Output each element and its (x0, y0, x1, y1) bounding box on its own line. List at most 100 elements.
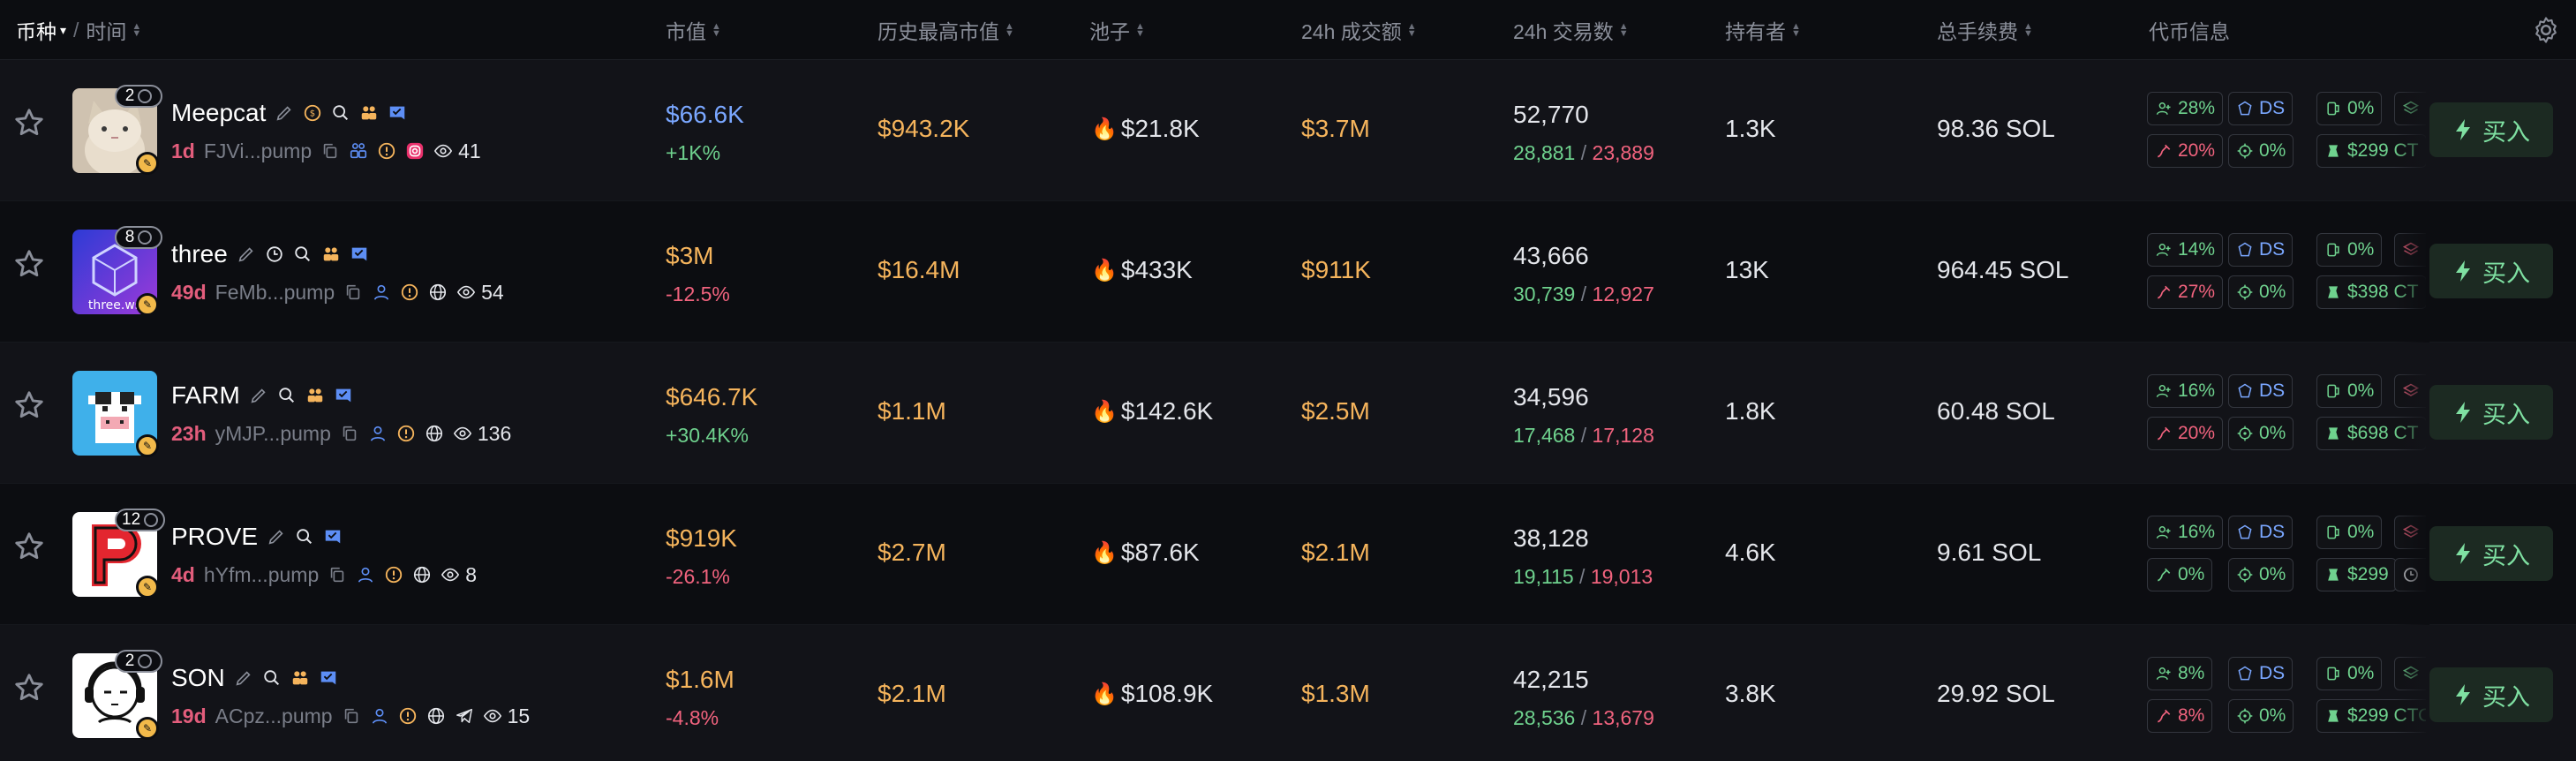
info-chip[interactable]: 16% (2147, 374, 2224, 408)
community-icon[interactable] (349, 141, 368, 161)
star-icon[interactable] (12, 247, 46, 281)
verified-icon[interactable] (334, 386, 353, 405)
buy-button[interactable]: 买入 (2429, 102, 2553, 157)
token-name[interactable]: SON (171, 664, 225, 692)
star-icon[interactable] (12, 106, 46, 139)
token-name[interactable]: PROVE (171, 523, 258, 551)
info-chip[interactable]: 20% (2147, 417, 2224, 450)
copy-icon[interactable] (343, 283, 363, 302)
info-chip[interactable]: 20% (2147, 134, 2224, 168)
sort-fees[interactable]: 总手续费 ▲ ▼ (1937, 0, 2033, 60)
token-name[interactable]: Meepcat (171, 99, 266, 127)
table-row[interactable]: ✎ FARM 23h yMJP...pump 136 $646.7K +30.4… (0, 343, 2576, 484)
pencil-icon[interactable] (275, 103, 294, 123)
info-chip[interactable]: DS (2228, 374, 2294, 408)
info-chip[interactable]: 16% (2147, 516, 2224, 549)
eye-icon[interactable] (483, 706, 502, 726)
info-chip[interactable]: 0% (2228, 699, 2294, 733)
info-chip[interactable]: 0% (2228, 275, 2294, 309)
info-chip[interactable]: 0% (2316, 516, 2383, 549)
token-name[interactable]: three (171, 240, 228, 268)
globe-icon[interactable] (412, 565, 432, 584)
search-icon[interactable] (277, 386, 297, 405)
eye-icon[interactable] (441, 565, 460, 584)
info-chip[interactable]: 0% (2228, 417, 2294, 450)
eye-icon[interactable] (456, 283, 476, 302)
token-address[interactable]: yMJP...pump (215, 422, 331, 446)
token-address[interactable]: hYfm...pump (204, 563, 319, 587)
pencil-icon[interactable] (267, 527, 286, 546)
buy-button[interactable]: 买入 (2429, 667, 2553, 722)
search-icon[interactable] (262, 668, 282, 688)
people-icon[interactable] (321, 245, 341, 264)
verified-icon[interactable] (319, 668, 338, 688)
sort-coin[interactable]: 币种 ▾ / 时间 ▲ ▼ (16, 0, 141, 60)
search-icon[interactable] (331, 103, 350, 123)
pencil-icon[interactable] (237, 245, 256, 264)
info-chip[interactable]: 0% (2228, 134, 2294, 168)
copy-icon[interactable] (340, 424, 359, 443)
search-icon[interactable] (293, 245, 313, 264)
buy-button[interactable]: 买入 (2429, 385, 2553, 440)
copy-icon[interactable] (342, 706, 361, 726)
info-chip[interactable]: 28% (2147, 92, 2224, 125)
telegram-icon[interactable] (455, 706, 474, 726)
copy-icon[interactable] (320, 141, 340, 161)
warning-icon[interactable] (398, 706, 418, 726)
info-chip[interactable]: 0% (2316, 233, 2383, 267)
token-address[interactable]: FJVi...pump (204, 139, 312, 163)
verified-icon[interactable] (350, 245, 369, 264)
buy-button[interactable]: 买入 (2429, 244, 2553, 298)
buy-button[interactable]: 买入 (2429, 526, 2553, 581)
warning-icon[interactable] (396, 424, 416, 443)
user-icon[interactable] (356, 565, 375, 584)
info-chip[interactable]: 8% (2147, 699, 2213, 733)
copy-icon[interactable] (328, 565, 347, 584)
token-address[interactable]: ACpz...pump (215, 704, 333, 728)
eye-icon[interactable] (453, 424, 472, 443)
people-icon[interactable] (290, 668, 310, 688)
info-chip[interactable]: 8% (2147, 657, 2213, 690)
people-icon[interactable] (359, 103, 379, 123)
user-icon[interactable] (370, 706, 389, 726)
info-chip[interactable]: 0% (2316, 374, 2383, 408)
sort-mcap[interactable]: 市值 ▲ ▼ (666, 0, 721, 60)
info-chip[interactable]: 0% (2316, 92, 2383, 125)
user-icon[interactable] (368, 424, 388, 443)
info-chip[interactable]: DS (2228, 657, 2294, 690)
verified-icon[interactable] (388, 103, 407, 123)
info-chip[interactable]: DS (2228, 233, 2294, 267)
sort-holders[interactable]: 持有者 ▲ ▼ (1725, 0, 1801, 60)
clock-icon[interactable] (265, 245, 284, 264)
globe-icon[interactable] (425, 424, 444, 443)
info-chip[interactable]: 14% (2147, 233, 2224, 267)
table-row[interactable]: three.ws 8 ✎ three 49d FeMb...pump 54 $3… (0, 201, 2576, 343)
token-address[interactable]: FeMb...pump (215, 281, 335, 305)
globe-icon[interactable] (428, 283, 448, 302)
globe-icon[interactable] (426, 706, 446, 726)
star-icon[interactable] (12, 388, 46, 422)
info-chip[interactable]: 0% (2316, 657, 2383, 690)
people-icon[interactable] (305, 386, 325, 405)
search-icon[interactable] (295, 527, 314, 546)
warning-icon[interactable] (377, 141, 396, 161)
sort-ath[interactable]: 历史最高市值 ▲ ▼ (877, 0, 1014, 60)
sort-volume[interactable]: 24h 成交额 ▲ ▼ (1301, 0, 1417, 60)
coin-icon[interactable]: $ (303, 103, 322, 123)
gear-icon[interactable] (2530, 14, 2562, 46)
verified-icon[interactable] (323, 527, 343, 546)
star-icon[interactable] (12, 530, 46, 563)
info-chip[interactable]: 0% (2228, 558, 2294, 591)
pencil-icon[interactable] (249, 386, 268, 405)
warning-icon[interactable] (384, 565, 403, 584)
info-chip[interactable]: DS (2228, 92, 2294, 125)
table-row[interactable]: 2 ✎ Meepcat $ 1d FJVi...pump 41 $66.6K +… (0, 60, 2576, 201)
table-row[interactable]: 2 ✎ SON 19d ACpz...pump 15 $1.6M -4.8% $… (0, 625, 2576, 761)
sort-pool[interactable]: 池子 ▲ ▼ (1089, 0, 1145, 60)
pencil-icon[interactable] (234, 668, 253, 688)
warning-icon[interactable] (400, 283, 419, 302)
info-chip[interactable]: 0% (2147, 558, 2213, 591)
info-chip[interactable]: $299 (2316, 558, 2397, 591)
eye-icon[interactable] (433, 141, 453, 161)
info-chip[interactable]: DS (2228, 516, 2294, 549)
